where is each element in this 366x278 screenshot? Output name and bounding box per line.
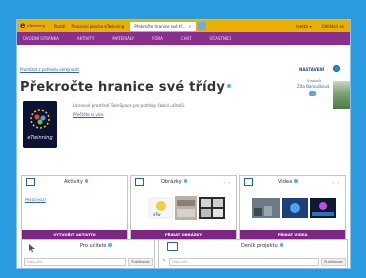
videos-title: Videa [278,179,298,185]
badge-text: eTwinning [27,135,52,141]
images-title: Obrázky [161,179,188,185]
creator-name-link[interactable]: Zita Baroušková [297,84,329,89]
pencil-icon: ✎ [162,258,167,264]
book-icon [167,242,178,251]
top-bar: e eTwinning Portál Pracovní plocha eTwin… [17,20,350,32]
gallery-arrows[interactable]: ‹ › [333,180,340,185]
image-icon [135,178,144,186]
close-icon[interactable]: × [189,24,192,29]
info-icon[interactable] [294,179,298,183]
svg-text:eTw: eTw [153,212,161,217]
activities-panel: Aktivity PŘEDCHOZÍ Vytvořit aktivitu [21,175,128,240]
teachers-post-input[interactable]: Hlou uče [24,258,126,266]
page-title: Překročte hranice své třídy [20,80,232,95]
info-icon[interactable] [183,179,188,183]
video-gallery[interactable] [248,194,340,222]
images-title-text: Obrázky [161,179,182,185]
video-icon [244,178,253,186]
etwinning-logo[interactable]: e eTwinning [20,21,48,31]
gallery-arrows[interactable]: ‹ › [224,180,231,185]
info-icon[interactable] [279,243,284,247]
desktop-link[interactable]: Pracovní plocha eTwinning [72,24,125,29]
logout-link[interactable]: Odhlásit se [322,24,344,29]
logo-text: eTwinning [27,24,45,28]
new-tab-button[interactable] [197,22,206,30]
image-gallery[interactable]: eTw [141,194,231,222]
menu-item-chat[interactable]: Chat [181,36,192,41]
menu-item-activities[interactable]: Aktivity [77,36,94,41]
main-menu: Úvodní stránka Aktivity Materiály Fóra C… [17,32,350,45]
project-description: Ucenové prostředí TwinSpace pro potřeby … [73,103,186,108]
menu-item-materials[interactable]: Materiály [112,36,134,41]
creator-photo [333,81,350,109]
activity-icon [26,178,35,186]
info-icon[interactable] [227,84,232,88]
images-panel: Obrázky ‹ › eTw Přidat obrázky [130,175,237,240]
read-more-link[interactable]: Přečtěte si více [73,112,104,117]
teachers-title: Pro učitele [80,243,112,249]
diary-panel: Deník projektu ✎ Hlou uče Publikovat [158,239,348,268]
diary-title-text: Deník projektu [241,243,278,249]
logo-mark: e [20,21,26,30]
recent-link[interactable]: PŘEDCHOZÍ [25,198,46,202]
add-videos-button[interactable]: Přidat videa [240,230,345,239]
diary-publish-button[interactable]: Publikovat [321,258,346,266]
tab-label: Překročte hranice své tř... [134,23,186,29]
menu-item-participants[interactable]: Účastníci [210,36,232,41]
project-badge-image: eTwinning [23,101,57,148]
browser-tab-active[interactable]: Překročte hranice své tř... × [130,21,196,31]
add-images-button[interactable]: Přidat obrázky [131,230,236,239]
info-icon[interactable] [84,179,89,183]
portal-link[interactable]: Portál [54,24,66,29]
videos-title-text: Videa [278,179,293,185]
teachers-publish-button[interactable]: Publikovat [128,258,153,266]
teachers-panel: Pro učitele Hlou uče Publikovat [21,239,155,268]
page-title-text: Překročte hranice své třídy [20,80,226,95]
info-icon[interactable] [108,243,112,247]
gear-icon[interactable] [333,65,340,72]
public-view-link[interactable]: Prohlížet z pohledu veřejnosti [20,67,79,72]
user-menu[interactable]: Ivetka ▾ [296,24,312,29]
browser-frame: e eTwinning Portál Pracovní plocha eTwin… [16,19,351,269]
menu-item-home[interactable]: Úvodní stránka [23,36,59,41]
diary-title: Deník projektu [241,243,284,249]
menu-item-forums[interactable]: Fóra [152,36,163,41]
pin-icon [29,244,35,253]
settings-link[interactable]: NASTAVENÍ [299,67,324,72]
create-activity-button[interactable]: Vytvořit aktivitu [22,230,127,239]
project-badge-graphic: eTwinning [23,101,57,148]
diary-post-input[interactable]: Hlou uče [169,258,319,266]
teachers-title-text: Pro učitele [80,243,107,249]
creator-label: Vlastník [307,79,322,83]
mail-icon[interactable] [309,91,316,96]
activities-title: Aktivity [64,179,89,185]
activities-title-text: Aktivity [64,179,83,185]
videos-panel: Videa ‹ › Přidat videa [239,175,346,240]
